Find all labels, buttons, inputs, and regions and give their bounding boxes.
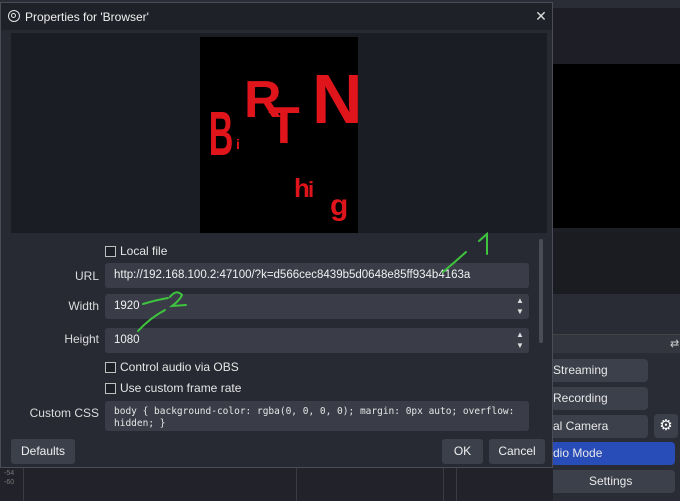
- annotation-digit-2: [168, 291, 187, 308]
- annotation-overlay: [137, 231, 488, 332]
- meter-tick: -60: [4, 479, 15, 486]
- annotation-digit-1: [478, 231, 488, 255]
- annotation-line-1: [442, 251, 467, 273]
- annotation-line-2b: [137, 309, 166, 332]
- meter-tick: -54: [4, 470, 15, 477]
- annotation-line-2a: [142, 297, 169, 305]
